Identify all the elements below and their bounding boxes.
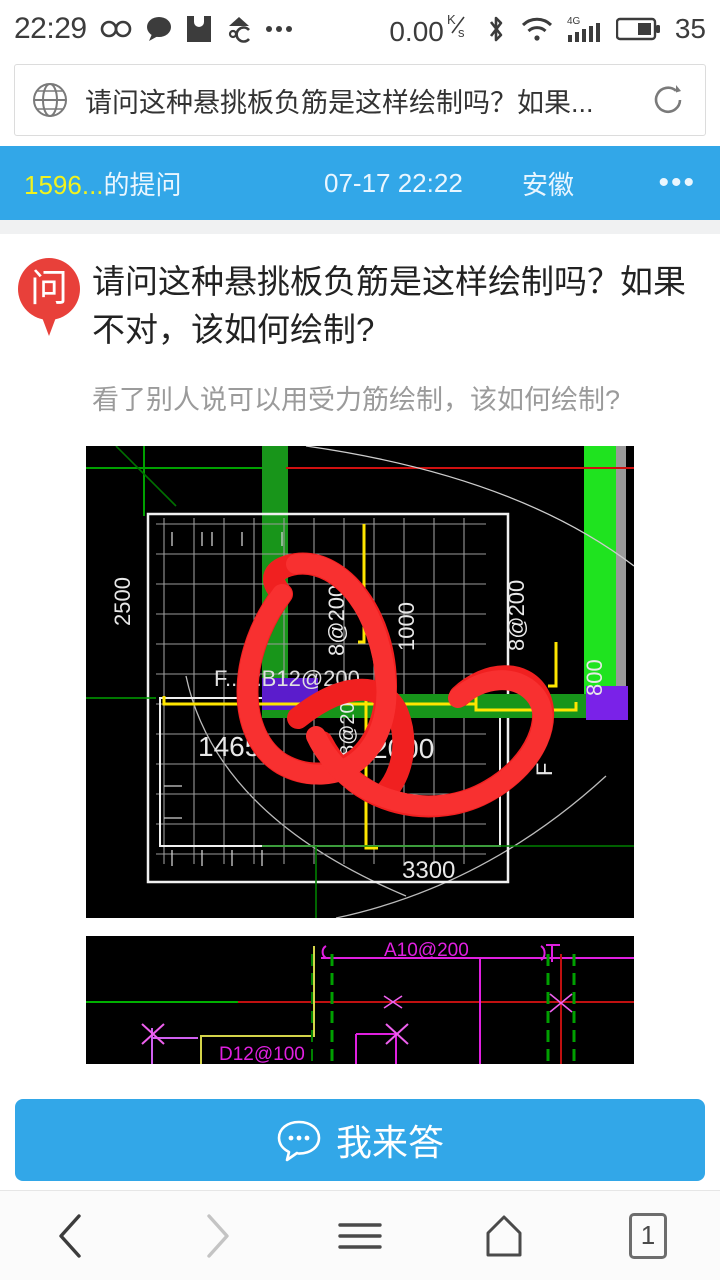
question-badge-pin-icon: 问 xyxy=(18,258,80,342)
battery-percent: 35 xyxy=(674,13,706,44)
tab-count-label: 1 xyxy=(640,1220,656,1250)
question-meta-bar: 1596...的提问 07-17 22:22 安徽 ••• xyxy=(0,146,720,220)
svg-text:2500: 2500 xyxy=(110,577,135,626)
signal-4g-icon: 4G xyxy=(567,14,603,44)
wifi-icon xyxy=(520,15,554,43)
svg-text:K: K xyxy=(447,12,456,27)
forward-button[interactable] xyxy=(161,1191,271,1280)
question-images: 2500 8@200 1000 8@200 800 8@200 F F...8:… xyxy=(18,446,702,1065)
svg-text:8@200: 8@200 xyxy=(504,580,529,651)
bluetooth-icon xyxy=(485,14,507,44)
svg-text:A10@200: A10@200 xyxy=(384,940,469,961)
meta-more-button[interactable]: ••• xyxy=(658,168,696,198)
svg-text:800: 800 xyxy=(582,659,607,696)
temperature-icon xyxy=(225,15,253,43)
svg-text:D12@100: D12@100 xyxy=(219,1044,305,1064)
url-bar-container: 请问这种悬挑板负筋是这样绘制吗？如果... xyxy=(0,58,720,146)
status-bar: 22:29 0.00 K s 4G 35 xyxy=(0,0,720,58)
tab-count-icon: 1 xyxy=(629,1212,667,1259)
status-time: 22:29 xyxy=(14,12,87,45)
asker-label[interactable]: 1596...的提问 xyxy=(24,165,182,202)
question-region: 安徽 xyxy=(522,169,575,200)
answer-button[interactable]: 我来答 xyxy=(15,1099,705,1181)
answer-button-label: 我来答 xyxy=(335,1122,444,1163)
chat-bubble-icon xyxy=(145,16,173,42)
svg-text:s: s xyxy=(458,25,465,40)
cad-screenshot-2[interactable]: A10@200 D12@100 xyxy=(86,936,634,1065)
url-bar[interactable]: 请问这种悬挑板负筋是这样绘制吗？如果... xyxy=(14,64,706,136)
battery-icon xyxy=(615,16,662,42)
browser-nav-bar: 1 xyxy=(0,1190,720,1280)
question-title-row: 问 请问这种悬挑板负筋是这样绘制吗？如果不对，该如何绘制? xyxy=(18,234,702,354)
globe-icon xyxy=(31,81,69,119)
status-bar-left: 22:29 xyxy=(14,12,292,46)
answer-bar: 我来答 xyxy=(0,1090,720,1190)
mail-icon xyxy=(186,15,212,43)
svg-text:4G: 4G xyxy=(567,16,581,27)
asker-id: 1596... xyxy=(24,169,104,200)
back-button[interactable] xyxy=(17,1191,127,1280)
cad-screenshot-1[interactable]: 2500 8@200 1000 8@200 800 8@200 F F...8:… xyxy=(86,446,634,919)
browser-page: 22:29 0.00 K s 4G 35 请问这种悬挑板负筋是这样绘制吗？如果.… xyxy=(0,0,720,1280)
svg-text:3300: 3300 xyxy=(402,857,455,884)
menu-button[interactable] xyxy=(305,1191,415,1280)
speech-bubble-icon xyxy=(276,1117,322,1163)
svg-text:1000: 1000 xyxy=(394,602,419,651)
tabs-button[interactable]: 1 xyxy=(593,1191,703,1280)
more-dots-icon xyxy=(265,26,292,32)
section-divider xyxy=(0,220,720,234)
url-bar-title: 请问这种悬挑板负筋是这样绘制吗？如果... xyxy=(85,87,594,118)
status-bar-right: 0.00 K s 4G 35 xyxy=(389,11,706,48)
refresh-icon[interactable] xyxy=(647,79,689,121)
infinity-icon xyxy=(100,19,132,39)
question-subtitle: 看了别人说可以用受力筋绘制，该如何绘制? xyxy=(92,384,621,415)
home-button[interactable] xyxy=(449,1191,559,1280)
page-title: 请问这种悬挑板负筋是这样绘制吗？如果不对，该如何绘制? xyxy=(92,263,686,348)
network-speed: 0.00 K s xyxy=(389,11,465,47)
asker-suffix: 的提问 xyxy=(103,169,182,200)
question-content: 问 请问这种悬挑板负筋是这样绘制吗？如果不对，该如何绘制? 看了别人说可以用受力… xyxy=(0,234,720,1065)
question-badge-char: 问 xyxy=(29,268,68,310)
question-date: 07-17 22:22 xyxy=(324,167,463,198)
